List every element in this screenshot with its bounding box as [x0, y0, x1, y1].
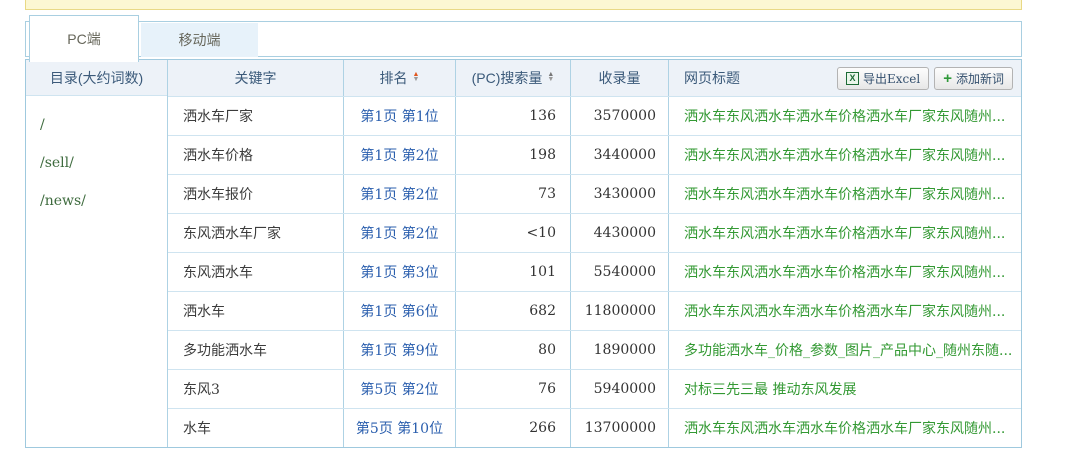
page-title-cell: 洒水车东风洒水车洒水车价格洒水车厂家东风随州... [669, 214, 1021, 252]
keyword-cell: 东风3 [168, 370, 344, 408]
indexed-cell: 11800000 [571, 292, 669, 330]
add-keyword-button[interactable]: + 添加新词 [934, 67, 1013, 90]
search-volume-cell: 80 [456, 331, 571, 369]
page-title-cell: 对标三先三最 推动东风发展 [669, 370, 1021, 408]
keyword-cell: 东风洒水车厂家 [168, 214, 344, 252]
table-header-row: 关键字 排名 ▲▼ (PC)搜索量 ▲▼ 收录量 网页标题 X [168, 60, 1021, 96]
keyword-cell: 洒水车报价 [168, 175, 344, 213]
indexed-cell: 5940000 [571, 370, 669, 408]
indexed-cell: 3440000 [571, 136, 669, 174]
excel-icon: X [846, 72, 859, 85]
search-volume-cell: 76 [456, 370, 571, 408]
page-title-cell: 洒水车东风洒水车洒水车价格洒水车厂家东风随州... [669, 175, 1021, 213]
rank-link[interactable]: 第1页 第2位 [344, 175, 456, 213]
rank-link[interactable]: 第1页 第6位 [344, 292, 456, 330]
tab-mobile[interactable]: 移动端 [141, 23, 258, 57]
column-header-directory: 目录(大约词数) [26, 60, 167, 96]
tab-mobile-label: 移动端 [179, 30, 221, 50]
page-title-cell: 洒水车东风洒水车洒水车价格洒水车厂家东风随州... [669, 253, 1021, 291]
directory-column: 目录(大约词数) / /sell/ /news/ [26, 60, 168, 447]
rank-link[interactable]: 第1页 第2位 [344, 214, 456, 252]
search-volume-cell: <10 [456, 214, 571, 252]
page-title-cell: 多功能洒水车_价格_参数_图片_产品中心_随州东随... [669, 331, 1021, 369]
keyword-cell: 洒水车 [168, 292, 344, 330]
indexed-cell: 13700000 [571, 409, 669, 447]
column-header-indexed: 收录量 [571, 60, 669, 96]
rank-link[interactable]: 第5页 第10位 [344, 409, 456, 447]
column-header-keyword: 关键字 [168, 60, 344, 96]
keyword-cell: 水车 [168, 409, 344, 447]
tab-pc[interactable]: PC端 [29, 15, 139, 62]
indexed-cell: 3430000 [571, 175, 669, 213]
table-row: 洒水车价格 第1页 第2位 198 3440000 洒水车东风洒水车洒水车价格洒… [168, 135, 1021, 174]
column-header-search-volume[interactable]: (PC)搜索量 ▲▼ [456, 60, 571, 96]
table-row: 洒水车 第1页 第6位 682 11800000 洒水车东风洒水车洒水车价格洒水… [168, 291, 1021, 330]
table-row: 东风3 第5页 第2位 76 5940000 对标三先三最 推动东风发展 [168, 369, 1021, 408]
directory-item: /sell/ [40, 144, 167, 182]
table-row: 洒水车报价 第1页 第2位 73 3430000 洒水车东风洒水车洒水车价格洒水… [168, 174, 1021, 213]
table-row: 东风洒水车 第1页 第3位 101 5540000 洒水车东风洒水车洒水车价格洒… [168, 252, 1021, 291]
tab-strip: PC端 移动端 [25, 21, 1022, 57]
search-volume-cell: 198 [456, 136, 571, 174]
page-title-cell: 洒水车东风洒水车洒水车价格洒水车厂家东风随州... [669, 136, 1021, 174]
directory-item: / [40, 106, 167, 144]
sort-icon-search-volume[interactable]: ▲▼ [547, 73, 554, 83]
indexed-cell: 1890000 [571, 331, 669, 369]
search-volume-cell: 682 [456, 292, 571, 330]
rank-link[interactable]: 第1页 第3位 [344, 253, 456, 291]
directory-item: /news/ [40, 182, 167, 220]
export-excel-button[interactable]: X 导出Excel [837, 67, 929, 90]
keyword-cell: 洒水车厂家 [168, 97, 344, 135]
table-row: 水车 第5页 第10位 266 13700000 洒水车东风洒水车洒水车价格洒水… [168, 408, 1021, 447]
indexed-cell: 4430000 [571, 214, 669, 252]
column-header-page-title: 网页标题 X 导出Excel + 添加新词 [669, 60, 1021, 96]
tab-pc-label: PC端 [67, 29, 100, 49]
rank-link[interactable]: 第1页 第1位 [344, 97, 456, 135]
keyword-cell: 东风洒水车 [168, 253, 344, 291]
search-volume-cell: 136 [456, 97, 571, 135]
page-title-cell: 洒水车东风洒水车洒水车价格洒水车厂家东风随州... [669, 292, 1021, 330]
keyword-cell: 多功能洒水车 [168, 331, 344, 369]
notice-bar [25, 0, 1022, 10]
indexed-cell: 3570000 [571, 97, 669, 135]
directory-list: / /sell/ /news/ [26, 96, 167, 447]
search-volume-cell: 101 [456, 253, 571, 291]
table-main: 关键字 排名 ▲▼ (PC)搜索量 ▲▼ 收录量 网页标题 X [168, 60, 1021, 447]
keyword-table: 目录(大约词数) / /sell/ /news/ 关键字 排名 ▲▼ (PC)搜… [25, 59, 1022, 448]
keyword-cell: 洒水车价格 [168, 136, 344, 174]
rank-link[interactable]: 第5页 第2位 [344, 370, 456, 408]
seo-keyword-tool-page: PC端 移动端 目录(大约词数) / /sell/ /news/ 关键字 排名 … [0, 0, 1086, 466]
table-row: 东风洒水车厂家 第1页 第2位 <10 4430000 洒水车东风洒水车洒水车价… [168, 213, 1021, 252]
plus-icon: + [943, 70, 952, 87]
page-title-cell: 洒水车东风洒水车洒水车价格洒水车厂家东风随州... [669, 409, 1021, 447]
search-volume-cell: 73 [456, 175, 571, 213]
table-row: 洒水车厂家 第1页 第1位 136 3570000 洒水车东风洒水车洒水车价格洒… [168, 96, 1021, 135]
column-header-rank[interactable]: 排名 ▲▼ [344, 60, 456, 96]
page-title-cell: 洒水车东风洒水车洒水车价格洒水车厂家东风随州... [669, 97, 1021, 135]
sort-icon-rank[interactable]: ▲▼ [413, 73, 420, 83]
indexed-cell: 5540000 [571, 253, 669, 291]
search-volume-cell: 266 [456, 409, 571, 447]
toolbar-buttons: X 导出Excel + 添加新词 [837, 67, 1021, 90]
rank-link[interactable]: 第1页 第2位 [344, 136, 456, 174]
rank-link[interactable]: 第1页 第9位 [344, 331, 456, 369]
table-row: 多功能洒水车 第1页 第9位 80 1890000 多功能洒水车_价格_参数_图… [168, 330, 1021, 369]
